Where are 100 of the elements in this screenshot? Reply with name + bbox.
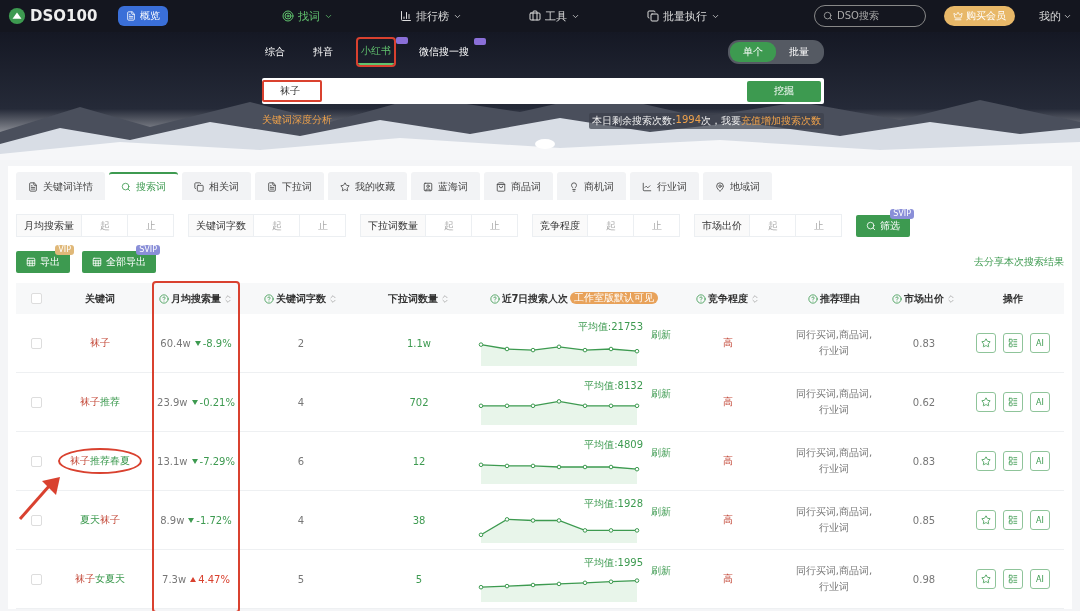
list-button[interactable] [1003,510,1023,530]
search-icon [823,11,833,21]
pin-icon [715,182,725,192]
tab[interactable]: 商机词 [557,172,626,200]
platform-tab[interactable]: 综合 [262,40,288,64]
from-field[interactable]: 起 [254,214,300,237]
logo-icon[interactable] [8,7,26,25]
sort-icon[interactable] [750,293,760,304]
favorite-button[interactable] [976,333,996,353]
market-price: 0.98 [912,573,936,585]
char-count: 4 [297,514,305,526]
tab[interactable]: 相关词 [182,172,251,200]
from-field[interactable]: 起 [82,214,128,237]
nav-menu-item[interactable]: 排行榜 [399,8,462,24]
tab[interactable]: 下拉词 [255,172,324,200]
checkbox[interactable] [30,455,42,467]
refresh-link[interactable]: 刷新 [651,446,671,460]
favorite-button[interactable] [976,569,996,589]
recharge-link[interactable]: 充值增加搜索次数 [741,114,821,128]
mode-option[interactable]: 单个 [730,42,776,62]
list-button[interactable] [1003,392,1023,412]
platform-tab[interactable]: 抖音 [310,40,336,64]
keyword[interactable]: 袜子女夏天 [75,572,125,586]
favorite-button[interactable] [976,451,996,471]
to-field[interactable]: 止 [634,214,680,237]
ai-button[interactable]: AI [1030,333,1050,353]
checkbox[interactable] [30,293,42,304]
filter-label: 市场出价 [694,214,750,237]
checkbox[interactable] [30,514,42,526]
to-field[interactable]: 止 [300,214,346,237]
overview-button[interactable]: 概览 [118,6,168,26]
ai-button[interactable]: AI [1030,451,1050,471]
search-volume: 13.1w [157,455,188,467]
analysis-link[interactable]: 关键词深度分析 [262,113,332,129]
keyword[interactable]: 袜子推荐 [80,395,120,409]
dropdown-count[interactable]: 12 [412,455,426,467]
checkbox[interactable] [30,337,42,349]
to-field[interactable]: 止 [796,214,842,237]
ai-button[interactable]: AI [1030,510,1050,530]
checkbox[interactable] [30,573,42,585]
average-label: 平均值:1995 [584,556,643,570]
nav-menu-item[interactable]: 找词 [281,8,333,24]
dropdown-count[interactable]: 38 [412,514,426,526]
dig-button[interactable]: 挖掘 [747,80,821,102]
ai-button[interactable]: AI [1030,392,1050,412]
checkbox[interactable] [30,396,42,408]
platform-tab[interactable]: 小红书 [358,39,394,65]
copy-icon [647,10,660,22]
quota-text: 次，我要 [701,114,741,128]
share-link[interactable]: 去分享本次搜索结果 [974,255,1064,269]
mode-option[interactable]: 批量 [776,42,822,62]
refresh-link[interactable]: 刷新 [651,505,671,519]
to-field[interactable]: 止 [128,214,174,237]
nav-menu-item[interactable]: 工具 [529,8,581,24]
tab[interactable]: 商品词 [484,172,553,200]
list-button[interactable] [1003,333,1023,353]
sort-icon[interactable] [946,293,956,304]
keyword[interactable]: 袜子 [90,336,110,350]
dropdown-count[interactable]: 5 [415,573,423,585]
export-button[interactable]: 全部导出 [82,251,156,273]
refresh-link[interactable]: 刷新 [651,328,671,342]
tab[interactable]: 蓝海词 [411,172,480,200]
column-header: 下拉词数量 [388,291,438,306]
tab[interactable]: 我的收藏 [328,172,407,200]
mode-toggle[interactable]: 单个 批量 [728,40,824,64]
chart-icon [642,182,652,192]
sort-icon[interactable] [440,293,450,304]
from-field[interactable]: 起 [426,214,472,237]
down-triangle-icon [194,340,201,346]
average-label: 平均值:4809 [584,438,643,452]
competition-level: 高 [723,513,733,527]
from-field[interactable]: 起 [750,214,796,237]
account-menu[interactable]: 我的 [1039,8,1072,24]
favorite-button[interactable] [976,510,996,530]
sort-icon[interactable] [328,293,338,304]
keyword[interactable]: 袜子推荐春夏 [58,448,142,474]
refresh-link[interactable]: 刷新 [651,564,671,578]
ai-button[interactable]: AI [1030,569,1050,589]
dropdown-count[interactable]: 702 [409,396,429,408]
nav-menu-item[interactable]: 批量执行 [647,8,721,24]
tab[interactable]: 行业词 [630,172,699,200]
keyword-input[interactable]: 袜子 [262,80,322,102]
export-button[interactable]: 导出 [16,251,70,273]
to-field[interactable]: 止 [472,214,518,237]
favorite-button[interactable] [976,392,996,412]
list-button[interactable] [1003,451,1023,471]
tab[interactable]: 地域词 [703,172,772,200]
logo-text[interactable]: DSO100 [30,7,98,25]
char-count: 4 [297,396,305,408]
tab[interactable]: 关键词详情 [16,172,105,200]
from-field[interactable]: 起 [588,214,634,237]
platform-tab[interactable]: 微信搜一搜 [416,40,472,64]
sort-icon[interactable] [223,293,233,304]
dropdown-count[interactable]: 1.1w [406,337,432,349]
keyword[interactable]: 夏天袜子 [80,513,120,527]
change-value: -8.9% [194,337,232,349]
refresh-link[interactable]: 刷新 [651,387,671,401]
column-header: 关键词 [85,291,115,306]
down-triangle-icon [191,399,198,405]
list-button[interactable] [1003,569,1023,589]
